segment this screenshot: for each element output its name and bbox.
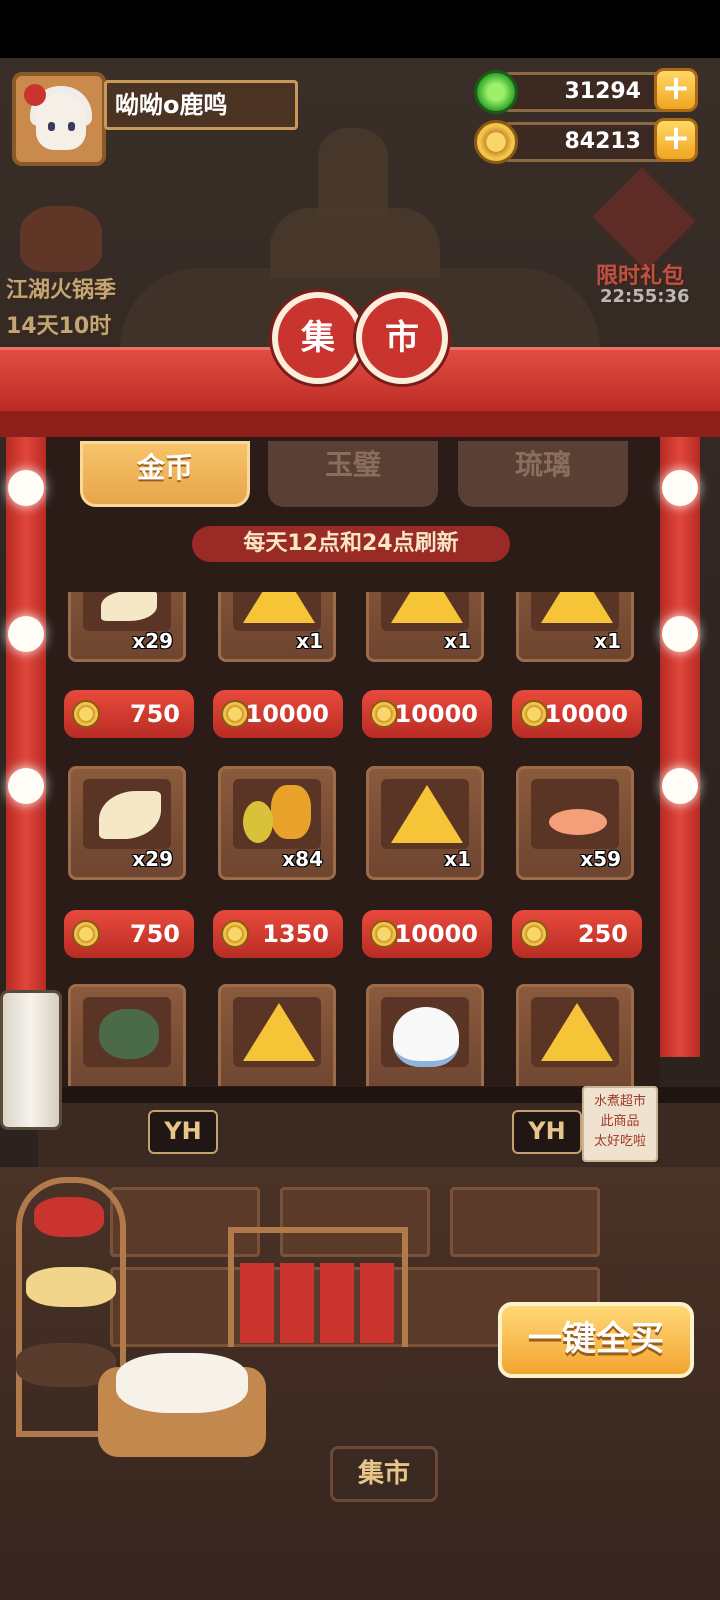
item-qty: x29 [132, 629, 173, 653]
item-slot[interactable]: x59 [516, 766, 634, 880]
stall-sign: YH [148, 1110, 218, 1154]
sausage-icon [34, 1197, 104, 1237]
item-grid: x29 x1 x1 x1 750 10000 10000 10000 x29 x… [46, 592, 660, 1086]
light-bulb [8, 616, 44, 652]
shrimp-meat-icon [549, 809, 607, 835]
note-line: 此商品 [600, 1114, 640, 1129]
status-bar [0, 0, 720, 58]
star-tofu-icon [243, 592, 315, 623]
pineapple-icon [271, 785, 311, 839]
buy-button[interactable]: 1350 [213, 910, 343, 958]
gift-icon [592, 167, 696, 271]
gold-coin-icon [370, 920, 398, 948]
buy-button[interactable]: 750 [64, 690, 194, 738]
light-bulb [662, 616, 698, 652]
event-left-timer: 14天10时 [6, 314, 112, 339]
item-slot[interactable]: x29 [68, 592, 186, 662]
refresh-notice: 每天12点和24点刷新 [192, 526, 510, 562]
item-slot[interactable] [218, 984, 336, 1086]
item-slot[interactable] [68, 984, 186, 1086]
item-slot[interactable]: x1 [218, 592, 336, 662]
buy-button[interactable]: 10000 [512, 690, 642, 738]
avatar[interactable] [12, 72, 106, 166]
fishball-icon [116, 1353, 248, 1413]
light-bulb [8, 768, 44, 804]
gold-coin-icon [520, 700, 548, 728]
rice-bowl-icon [393, 1007, 459, 1067]
market-sign-char: 市 [356, 292, 448, 384]
buy-button[interactable]: 10000 [213, 690, 343, 738]
item-qty: x1 [444, 847, 471, 871]
item-slot[interactable]: x1 [366, 766, 484, 880]
tab-jade[interactable]: 玉璧 [268, 441, 438, 507]
item-qty: x59 [580, 847, 621, 871]
banana-icon [243, 801, 273, 843]
item-qty: x1 [296, 629, 323, 653]
shop-counter-scene [0, 1167, 720, 1600]
price-note: 水煮超市 此商品 太好吃啦 [582, 1086, 658, 1162]
note-line: 水煮超市 [593, 1094, 646, 1109]
player-name: 呦呦o鹿鸣 [104, 80, 298, 130]
item-slot[interactable]: x29 [68, 766, 186, 880]
note-line: 太好吃啦 [593, 1134, 646, 1149]
buy-button[interactable]: 10000 [362, 910, 492, 958]
bread-icon [26, 1267, 116, 1307]
stall-sign: YH [512, 1110, 582, 1154]
item-slot[interactable]: x84 [218, 766, 336, 880]
buy-button[interactable]: 250 [512, 910, 642, 958]
coral-tofu-icon [391, 785, 463, 843]
left-post [6, 437, 46, 1057]
tab-gold[interactable]: 金币 [80, 441, 250, 507]
event-left-title: 江湖火锅季 [6, 278, 117, 303]
right-post [660, 437, 700, 1057]
jade-coin-icon [474, 70, 518, 114]
item-qty: x84 [282, 847, 323, 871]
gold-coin-icon [370, 700, 398, 728]
star-tofu-icon [391, 592, 463, 623]
star-tofu-icon [243, 1003, 315, 1061]
buy-all-button[interactable]: 一键全买 [498, 1302, 694, 1378]
gold-coin-icon [72, 920, 100, 948]
light-bulb [8, 470, 44, 506]
market-roof-beam [0, 411, 720, 437]
buy-button[interactable]: 750 [64, 910, 194, 958]
item-qty: x1 [444, 629, 471, 653]
hotpot-icon [20, 206, 102, 272]
gold-coin-icon [474, 120, 518, 164]
gold-coin-icon [72, 700, 100, 728]
bamboo-shoot-icon [101, 592, 157, 621]
item-slot[interactable] [516, 984, 634, 1086]
gold-coin-icon [221, 920, 249, 948]
add-gold-button[interactable]: + [654, 118, 698, 162]
item-slot[interactable]: x1 [516, 592, 634, 662]
item-slot[interactable] [366, 984, 484, 1086]
gift-pack-button[interactable]: 限时礼包 22:55:36 [590, 167, 700, 320]
light-bulb [662, 768, 698, 804]
star-tofu-icon [541, 592, 613, 623]
star-tofu-icon [541, 1003, 613, 1061]
item-qty: x29 [132, 847, 173, 871]
tab-glaze[interactable]: 琉璃 [458, 441, 628, 507]
buy-button[interactable]: 10000 [362, 690, 492, 738]
paper-roll [0, 990, 62, 1130]
hotpot-event-button[interactable]: 江湖火锅季 14天10时 [0, 200, 120, 340]
bacon-icon [240, 1263, 400, 1343]
crab-icon [99, 1009, 159, 1059]
add-jade-button[interactable]: + [654, 68, 698, 112]
item-slot[interactable]: x1 [366, 592, 484, 662]
light-bulb [662, 470, 698, 506]
gold-coin-icon [520, 920, 548, 948]
item-qty: x1 [594, 629, 621, 653]
market-sign-char: 集 [272, 292, 364, 384]
event-right-timer: 22:55:36 [600, 286, 690, 307]
market-tag: 集市 [330, 1446, 438, 1502]
gold-coin-icon [221, 700, 249, 728]
